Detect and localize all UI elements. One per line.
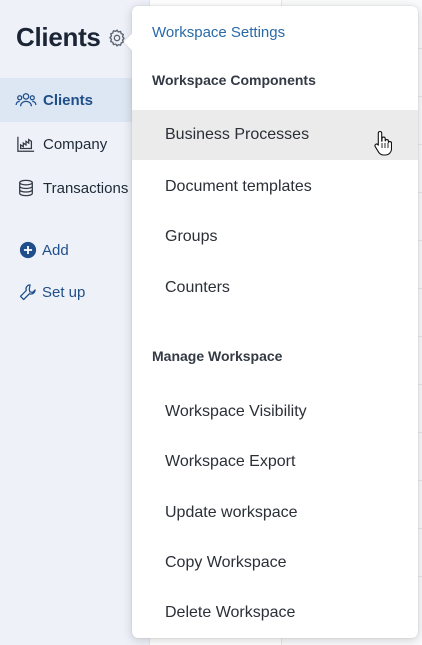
hand-cursor-icon — [374, 130, 393, 156]
sidebar-item-label: Transactions — [43, 179, 129, 197]
workspace-settings-menu: Workspace Settings Workspace Components … — [123, 6, 418, 638]
wrench-icon — [18, 282, 38, 302]
sidebar-item-label: Company — [43, 135, 108, 153]
add-label: Add — [42, 241, 69, 259]
gear-icon[interactable] — [107, 28, 127, 48]
menu-item-copy-workspace[interactable]: Copy Workspace — [132, 538, 418, 588]
plus-circle-icon — [18, 240, 38, 260]
chart-icon — [15, 134, 37, 154]
users-icon — [15, 90, 37, 110]
page-title: Clients — [16, 22, 101, 52]
menu-item-workspace-visibility[interactable]: Workspace Visibility — [132, 387, 418, 437]
menu-item-delete-workspace[interactable]: Delete Workspace — [132, 588, 418, 638]
sidebar-nav: Clients Company Transactions — [0, 78, 150, 210]
menu-item-groups[interactable]: Groups — [132, 212, 418, 262]
sidebar-item-transactions[interactable]: Transactions — [0, 166, 150, 210]
menu-item-document-templates[interactable]: Document templates — [132, 162, 418, 212]
section-title-components: Workspace Components — [152, 72, 316, 88]
sidebar-item-company[interactable]: Company — [0, 122, 150, 166]
workspace-title: Clients — [16, 22, 127, 53]
set-up-label: Set up — [42, 283, 86, 301]
menu-item-counters[interactable]: Counters — [132, 263, 418, 313]
sidebar-item-clients[interactable]: Clients — [0, 78, 150, 122]
menu-item-workspace-export[interactable]: Workspace Export — [132, 437, 418, 487]
section-title-manage: Manage Workspace — [152, 348, 283, 364]
menu-item-update-workspace[interactable]: Update workspace — [132, 488, 418, 538]
workspace-settings-link[interactable]: Workspace Settings — [152, 24, 285, 41]
add-button[interactable]: Add — [18, 240, 69, 260]
sidebar: Clients Clients Company Transactions Add… — [0, 0, 150, 645]
set-up-button[interactable]: Set up — [18, 282, 85, 302]
sidebar-item-label: Clients — [43, 91, 94, 109]
database-icon — [15, 178, 37, 198]
